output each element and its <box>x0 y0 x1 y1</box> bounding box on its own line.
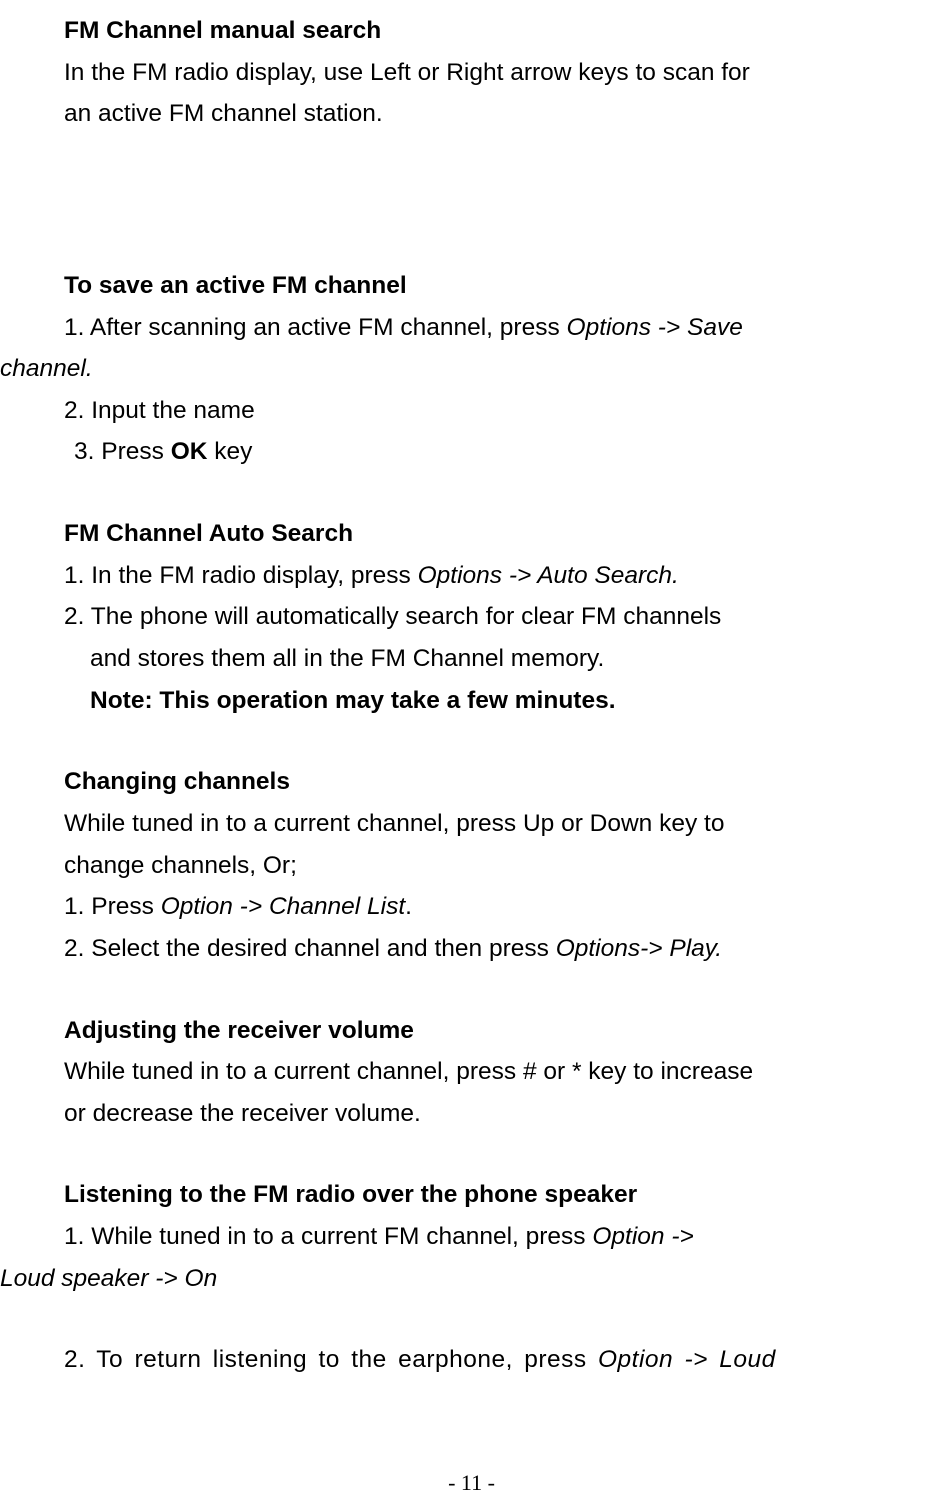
text-fragment: . <box>405 893 412 920</box>
body-text: 2. To return listening to the earphone, … <box>0 1339 929 1381</box>
body-text: 2. Select the desired channel and then p… <box>0 928 929 970</box>
body-text-italic: Loud speaker -> On <box>0 1258 929 1300</box>
body-text: 2. The phone will automatically search f… <box>0 596 929 638</box>
text-fragment-italic: Options -> Auto Search. <box>418 562 679 589</box>
body-text: an active FM channel station. <box>0 93 929 135</box>
body-text: change channels, Or; <box>0 845 929 887</box>
body-text: 1. After scanning an active FM channel, … <box>0 307 929 349</box>
heading-auto-search: FM Channel Auto Search <box>0 513 929 555</box>
heading-save-channel: To save an active FM channel <box>0 265 929 307</box>
text-fragment: 1. In the FM radio display, press <box>64 562 418 589</box>
body-text: 1. In the FM radio display, press Option… <box>0 555 929 597</box>
body-text: While tuned in to a current channel, pre… <box>0 803 929 845</box>
text-fragment: 1. Press <box>64 893 161 920</box>
text-fragment: 2. Select the desired channel and then p… <box>64 935 556 962</box>
heading-manual-search: FM Channel manual search <box>0 10 929 52</box>
text-fragment: 3. Press <box>74 438 171 465</box>
body-text: or decrease the receiver volume. <box>0 1093 929 1135</box>
body-text: While tuned in to a current channel, pre… <box>0 1051 929 1093</box>
heading-volume: Adjusting the receiver volume <box>0 1010 929 1052</box>
note-text: Note: This operation may take a few minu… <box>0 680 929 722</box>
text-fragment: 1. While tuned in to a current FM channe… <box>64 1223 592 1250</box>
body-text-italic: channel. <box>0 348 929 390</box>
page-number: - 11 - <box>0 1464 943 1501</box>
text-fragment-italic: Option -> Channel List <box>161 893 405 920</box>
text-fragment-italic: Option -> Loud <box>598 1346 776 1373</box>
text-fragment-italic: Options -> Save <box>567 314 743 341</box>
text-fragment: 1. After scanning an active FM channel, … <box>64 314 567 341</box>
body-text: 3. Press OK key <box>0 431 929 473</box>
body-text: In the FM radio display, use Left or Rig… <box>0 52 929 94</box>
heading-changing-channels: Changing channels <box>0 761 929 803</box>
text-fragment: key <box>207 438 252 465</box>
text-fragment-bold: OK <box>171 438 208 465</box>
body-text: and stores them all in the FM Channel me… <box>0 638 929 680</box>
body-text: 1. While tuned in to a current FM channe… <box>0 1216 929 1258</box>
text-fragment-italic: Options-> Play. <box>556 935 722 962</box>
body-text: 2. Input the name <box>0 390 929 432</box>
heading-phone-speaker: Listening to the FM radio over the phone… <box>0 1174 929 1216</box>
text-fragment: 2. To return listening to the earphone, … <box>64 1346 598 1373</box>
text-fragment-italic: Option -> <box>592 1223 693 1250</box>
body-text: 1. Press Option -> Channel List. <box>0 886 929 928</box>
